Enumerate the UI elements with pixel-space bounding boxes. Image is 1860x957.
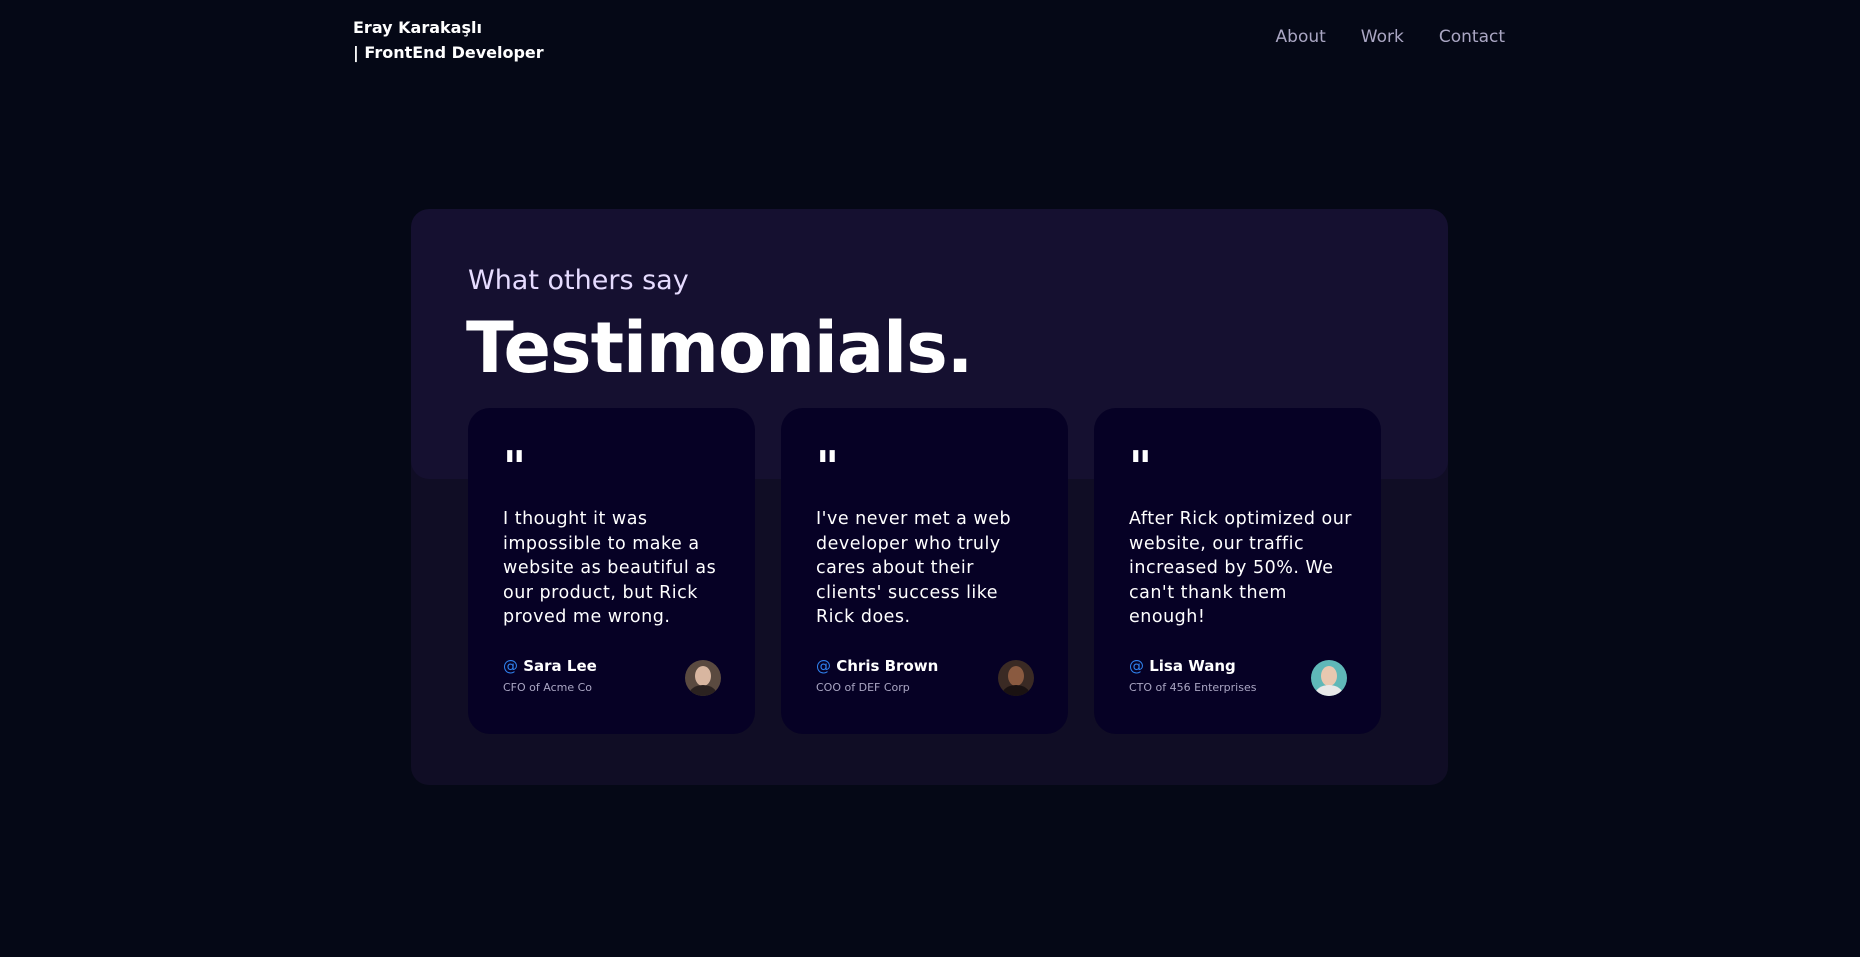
testimonial-text: After Rick optimized our website, our tr…	[1129, 509, 1352, 627]
navbar: Eray Karakaşlı | FrontEnd Developer Abou…	[0, 0, 1860, 80]
avatar-face-icon	[1321, 666, 1337, 686]
avatar-face-icon	[1008, 666, 1024, 686]
avatar-face-icon	[695, 666, 711, 686]
nav-links: About Work Contact	[1276, 27, 1505, 47]
nav-link-about[interactable]: About	[1276, 27, 1326, 47]
testimonial-card: " After Rick optimized our website, our …	[1094, 408, 1381, 734]
section-title: Testimonials.	[466, 307, 973, 389]
author-name-text: Sara Lee	[523, 657, 597, 675]
testimonial-cards: " I thought it was impossible to make a …	[468, 408, 1381, 734]
quote-icon: "	[1129, 442, 1152, 493]
avatar-shoulders-icon	[1002, 685, 1030, 696]
brand-name: Eray Karakaşlı	[353, 18, 482, 37]
quote-icon: "	[503, 442, 526, 493]
avatar-shoulders-icon	[1315, 685, 1343, 696]
testimonials-section: What others say Testimonials. " I though…	[411, 209, 1448, 785]
author-name-text: Chris Brown	[836, 657, 939, 675]
avatar	[1311, 660, 1347, 696]
nav-link-work[interactable]: Work	[1361, 27, 1404, 47]
at-symbol: @	[816, 657, 831, 675]
avatar-shoulders-icon	[689, 685, 717, 696]
at-symbol: @	[503, 657, 518, 675]
testimonial-card: " I thought it was impossible to make a …	[468, 408, 755, 734]
brand-tagline: | FrontEnd Developer	[353, 43, 544, 62]
at-symbol: @	[1129, 657, 1144, 675]
avatar	[685, 660, 721, 696]
quote-icon: "	[816, 442, 839, 493]
brand-logo[interactable]: Eray Karakaşlı | FrontEnd Developer	[353, 15, 544, 65]
nav-link-contact[interactable]: Contact	[1439, 27, 1505, 47]
testimonial-card: " I've never met a web developer who tru…	[781, 408, 1068, 734]
author-name-text: Lisa Wang	[1149, 657, 1236, 675]
testimonial-text: I thought it was impossible to make a we…	[503, 509, 717, 627]
testimonial-text: I've never met a web developer who truly…	[816, 509, 1012, 627]
section-subtitle: What others say	[468, 265, 689, 296]
avatar	[998, 660, 1034, 696]
